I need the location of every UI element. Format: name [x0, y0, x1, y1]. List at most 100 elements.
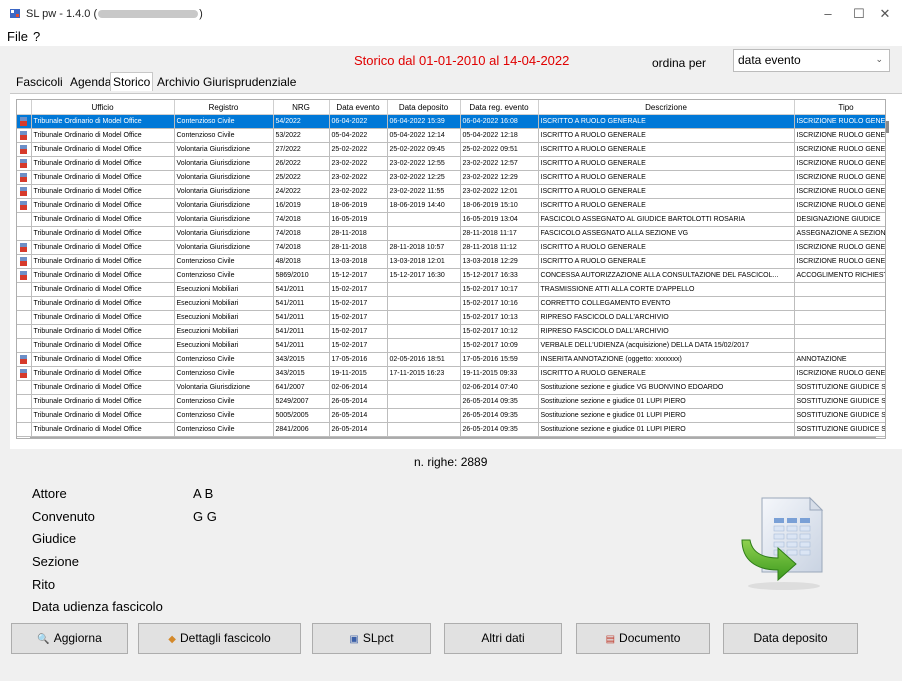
altri-dati-button[interactable]: Altri dati: [444, 623, 562, 654]
cell-registro: Esecuzioni Mobiliari: [174, 310, 274, 325]
table-row[interactable]: Tribunale Ordinario di Model OfficeConte…: [17, 254, 885, 269]
cell-descrizione: ISCRITTO A RUOLO GENERALE: [538, 198, 795, 213]
row-doc-cell: [17, 282, 32, 297]
document-icon: [20, 257, 28, 266]
row-doc-cell: [17, 338, 32, 353]
detail-label-sezione: Sezione: [32, 554, 79, 569]
cell-registro: Contenzioso Civile: [174, 114, 274, 129]
table-row[interactable]: Tribunale Ordinario di Model Office Esecu…: [17, 296, 885, 311]
table-row[interactable]: Tribunale Ordinario di Model Office Esecu…: [17, 310, 885, 325]
table-row[interactable]: Tribunale Ordinario di Model Office Volon…: [17, 184, 885, 199]
table-row[interactable]: Tribunale Ordinario di Model Office Esecu…: [17, 324, 885, 339]
cell-nrg: 54/2022: [273, 114, 330, 129]
column-header-ufficio[interactable]: Ufficio: [31, 100, 175, 115]
table-row[interactable]: Tribunale Ordinario di Model OfficeConte…: [17, 408, 885, 423]
sort-select[interactable]: data evento ⌄: [733, 49, 890, 72]
cell-tipo: ISCRIZIONE RUOLO GENERALE: [794, 156, 885, 171]
cell-data-reg-evento: 28-11-2018 11:12: [460, 240, 539, 255]
close-button[interactable]: ✕: [874, 5, 896, 23]
cell-descrizione: Sostituzione sezione e giudice VG BUONVI…: [538, 380, 795, 395]
vertical-scrollbar-thumb[interactable]: [886, 121, 889, 133]
menu-file[interactable]: File: [7, 29, 28, 44]
table-row[interactable]: Tribunale Ordinario di Model OfficeConte…: [17, 114, 885, 129]
cell-tipo: SOSTITUZIONE GIUDICE SUL: [794, 394, 885, 409]
cell-tipo: ISCRIZIONE RUOLO GENERALE: [794, 366, 885, 381]
row-doc-cell: [17, 422, 32, 437]
dettagli-fascicolo-button[interactable]: ◆ Dettagli fascicolo: [138, 623, 301, 654]
document-icon: [20, 131, 28, 140]
cell-data-reg-evento: 26-05-2014 09:35: [460, 394, 539, 409]
cell-registro: Esecuzioni Mobiliari: [174, 296, 274, 311]
cell-registro: Volontaria Giurisdizione: [174, 212, 274, 227]
table-row[interactable]: Tribunale Ordinario di Model Office Volon…: [17, 212, 885, 227]
table-row[interactable]: Tribunale Ordinario di Model Office Esecu…: [17, 282, 885, 297]
column-header-data-reg-evento[interactable]: Data reg. evento: [460, 100, 539, 115]
cell-tipo: SOSTITUZIONE GIUDICE SUL: [794, 380, 885, 395]
row-doc-cell: [17, 240, 32, 255]
cell-data-deposito: 18-06-2019 14:40: [387, 198, 461, 213]
cell-data-deposito: [387, 380, 461, 395]
table-row[interactable]: Tribunale Ordinario di Model Office Volon…: [17, 198, 885, 213]
cell-ufficio: Tribunale Ordinario di Model Office: [31, 352, 175, 367]
table-row[interactable]: Tribunale Ordinario di Model Office Volon…: [17, 240, 885, 255]
storico-table[interactable]: Ufficio Registro NRG Data evento Data de…: [16, 99, 886, 439]
detail-value-convenuto: G G: [193, 509, 217, 524]
cell-data-evento: 26-05-2014: [329, 422, 388, 437]
table-row[interactable]: Tribunale Ordinario di Model OfficeConte…: [17, 352, 885, 367]
export-spreadsheet-icon[interactable]: [734, 494, 826, 592]
tab-storico[interactable]: Storico: [110, 72, 154, 91]
row-doc-cell: [17, 436, 32, 438]
cell-data-deposito: [387, 338, 461, 353]
cell-descrizione: VERBALE DELL'UDIENZA (acquisizione) DELL…: [538, 338, 795, 353]
table-row[interactable]: Tribunale Ordinario di Model OfficeConte…: [17, 268, 885, 283]
cell-tipo: [794, 282, 885, 297]
column-header-descrizione[interactable]: Descrizione: [538, 100, 795, 115]
cell-registro: Contenzioso Civile: [174, 254, 274, 269]
window-title: SL pw - 1.4.0 (): [26, 8, 203, 20]
tab-agenda[interactable]: Agenda: [68, 74, 113, 90]
cell-ufficio: Tribunale Ordinario di Model Office: [31, 408, 175, 423]
cell-data-deposito: 05-04-2022 12:14: [387, 128, 461, 143]
data-deposito-button[interactable]: Data deposito: [723, 623, 858, 654]
tab-archivio-giurisprudenziale[interactable]: Archivio Giurisprudenziale: [155, 74, 298, 90]
tab-fascicoli[interactable]: Fascicoli: [14, 74, 65, 90]
cell-ufficio: Tribunale Ordinario di Model Office: [31, 254, 175, 269]
table-row[interactable]: Tribunale Ordinario di Model Office Esecu…: [17, 338, 885, 353]
slpct-button[interactable]: ▣ SLpct: [312, 623, 431, 654]
table-row[interactable]: Tribunale Ordinario di Model OfficeConte…: [17, 394, 885, 409]
maximize-button[interactable]: ☐: [848, 5, 870, 23]
cell-data-evento: 23-02-2022: [329, 184, 388, 199]
sort-label: ordina per: [652, 56, 707, 70]
table-row[interactable]: Tribunale Ordinario di Model OfficeConte…: [17, 128, 885, 143]
column-header-nrg[interactable]: NRG: [273, 100, 330, 115]
column-header-registro[interactable]: Registro: [174, 100, 274, 115]
minimize-button[interactable]: –: [817, 5, 839, 23]
cell-data-deposito: [387, 296, 461, 311]
table-row[interactable]: Tribunale Ordinario di Model Office Volon…: [17, 170, 885, 185]
table-row[interactable]: Tribunale Ordinario di Model Office Volon…: [17, 380, 885, 395]
cell-registro: Contenzioso Civile: [174, 394, 274, 409]
cell-data-deposito: 17-11-2015 16:23: [387, 366, 461, 381]
table-row[interactable]: Tribunale Ordinario di Model Office Volon…: [17, 156, 885, 171]
table-row[interactable]: Tribunale Ordinario di Model Office Volon…: [17, 226, 885, 241]
cell-nrg: 541/2011: [273, 324, 330, 339]
cell-nrg: 24/2022: [273, 184, 330, 199]
column-header-tipo[interactable]: Tipo: [794, 100, 885, 115]
cell-data-evento: 02-06-2014: [329, 380, 388, 395]
column-header[interactable]: [17, 100, 32, 115]
cell-ufficio: Tribunale Ordinario di Model Office: [31, 394, 175, 409]
horizontal-scrollbar[interactable]: [30, 437, 876, 438]
events-table: Ufficio Registro NRG Data evento Data de…: [17, 100, 885, 438]
column-header-data-deposito[interactable]: Data deposito: [387, 100, 461, 115]
table-row[interactable]: Tribunale Ordinario di Model OfficeConte…: [17, 366, 885, 381]
table-row[interactable]: Tribunale Ordinario di Model OfficeConte…: [17, 422, 885, 437]
table-row[interactable]: Tribunale Ordinario di Model Office Volon…: [17, 142, 885, 157]
altri-dati-button-label: Altri dati: [481, 631, 525, 645]
column-header-data-evento[interactable]: Data evento: [329, 100, 388, 115]
aggiorna-button[interactable]: 🔍 Aggiorna: [11, 623, 128, 654]
documento-button[interactable]: ▤ Documento: [576, 623, 710, 654]
menu-help[interactable]: ?: [33, 29, 40, 44]
cell-tipo: [794, 310, 885, 325]
row-doc-cell: [17, 184, 32, 199]
cell-nrg: 5869/2010: [273, 268, 330, 283]
